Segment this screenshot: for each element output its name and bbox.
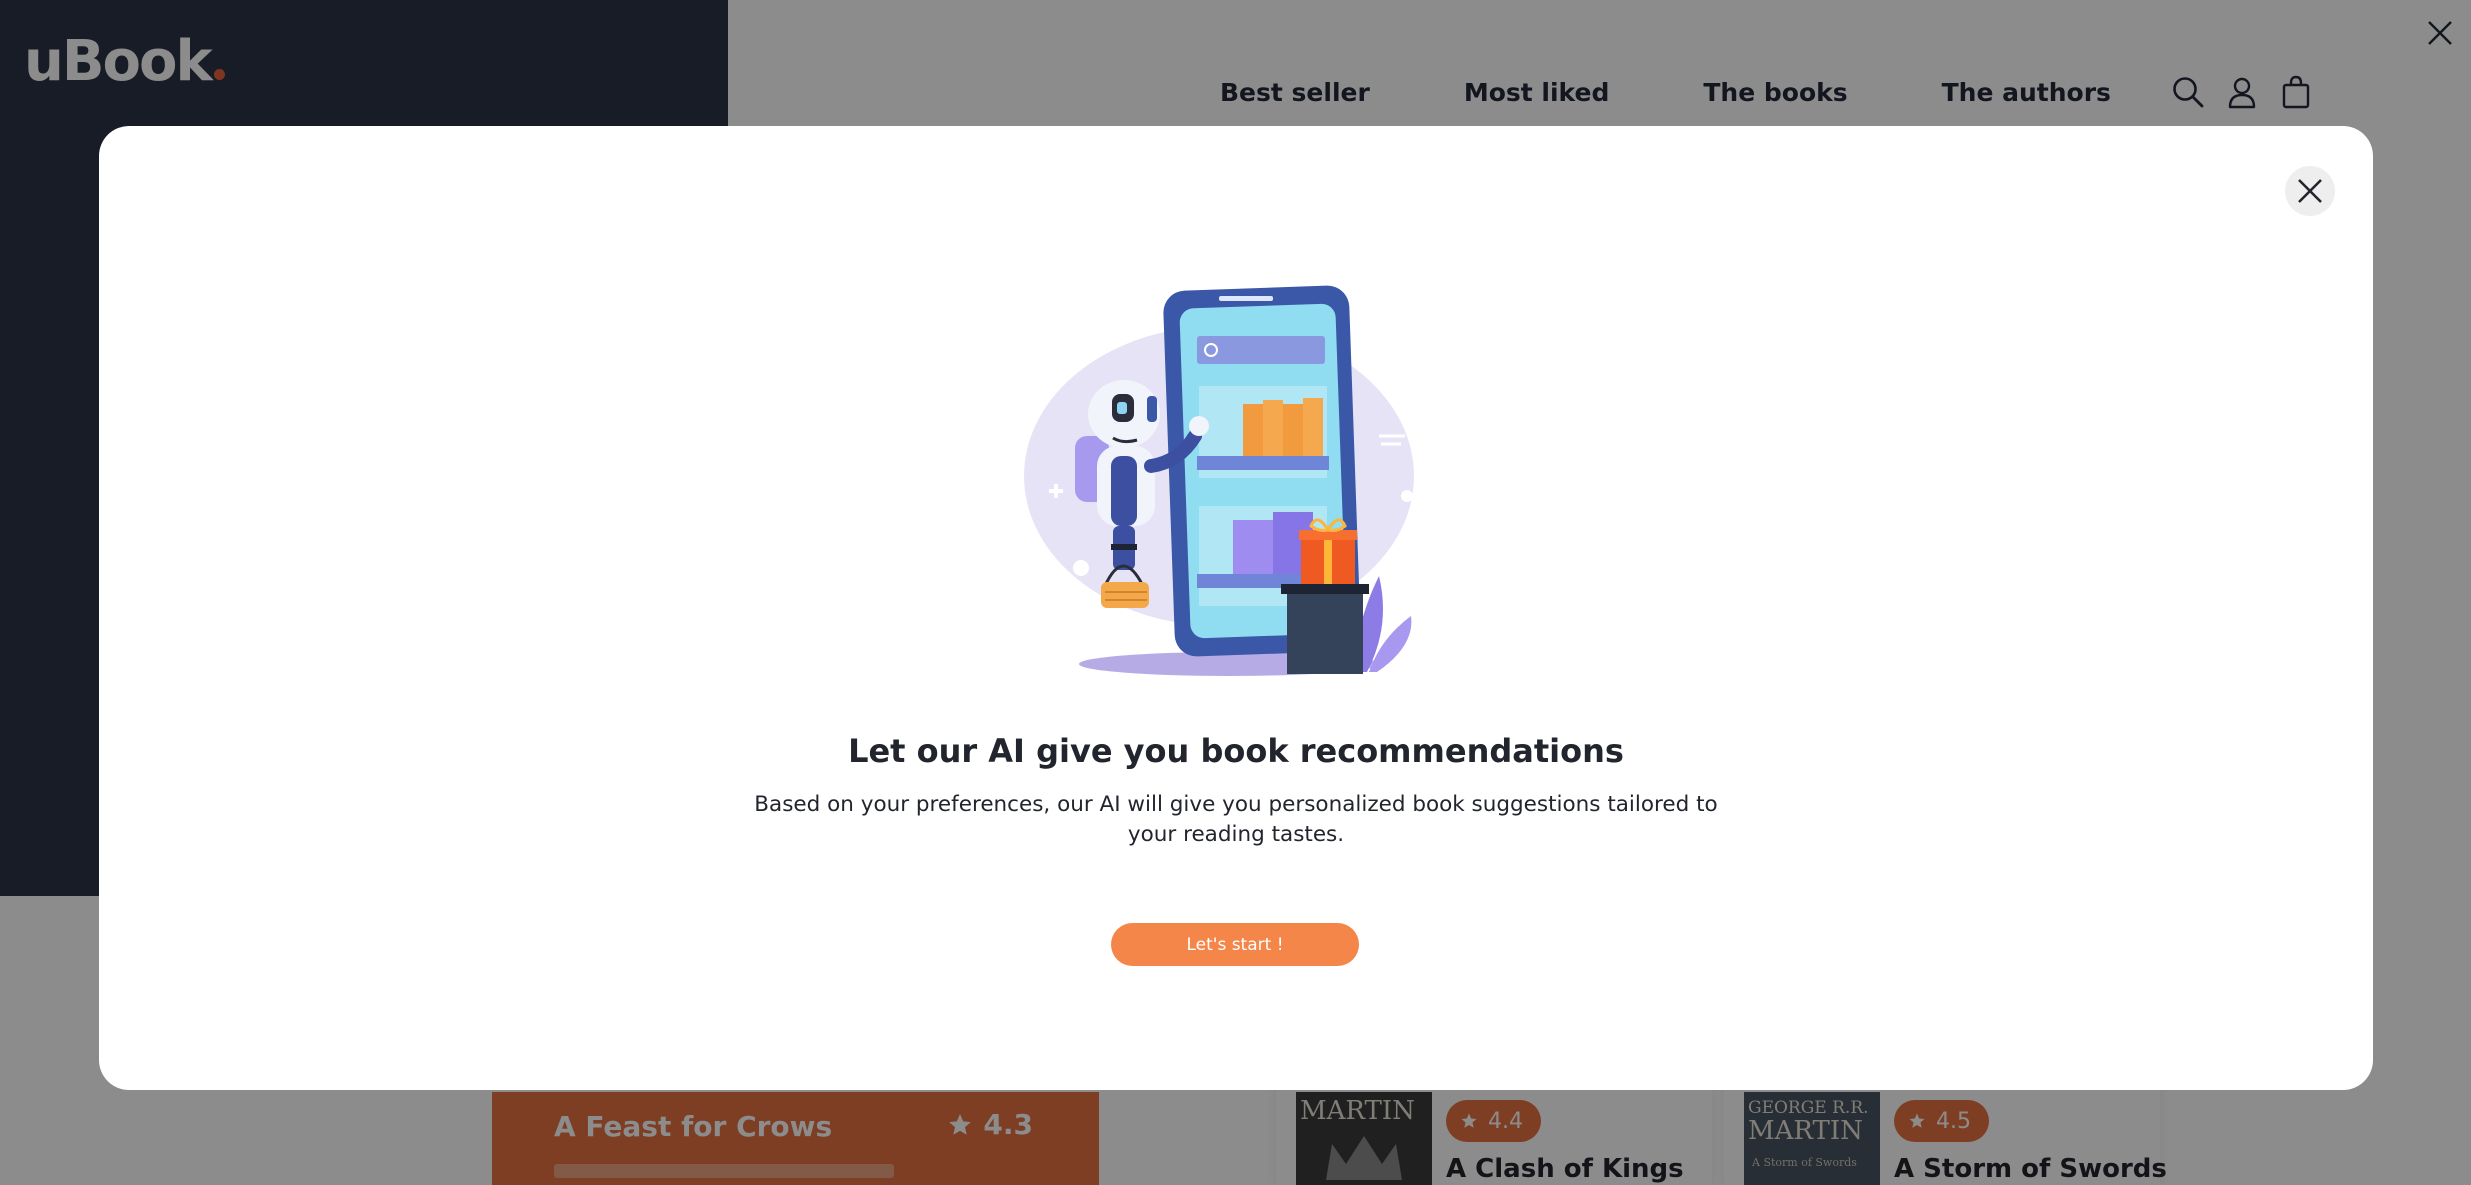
ai-recommendation-modal: Let our AI give you book recommendations…	[99, 126, 2373, 1090]
modal-close-button[interactable]	[2285, 166, 2335, 216]
start-button[interactable]: Let's start !	[1111, 923, 1359, 966]
modal-title: Let our AI give you book recommendations	[848, 732, 1624, 770]
close-icon	[2298, 179, 2322, 203]
robot-bookstore-illustration	[1024, 285, 1414, 676]
modal-description: Based on your preferences, our AI will g…	[754, 792, 1718, 847]
